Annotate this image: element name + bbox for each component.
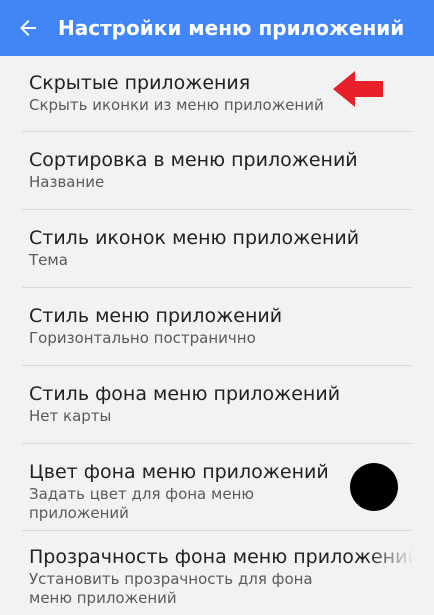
setting-icon-style[interactable]: Стиль иконок меню приложений Тема — [0, 210, 434, 288]
setting-background-style[interactable]: Стиль фона меню приложений Нет карты — [0, 366, 434, 444]
setting-summary: Тема — [29, 251, 68, 269]
setting-title: Сортировка в меню приложений — [29, 149, 358, 171]
setting-background-transparency[interactable]: Прозрачность фона меню приложений Устано… — [0, 531, 434, 615]
touch-indicator-dot — [350, 463, 398, 511]
setting-summary: Горизонтально постранично — [29, 329, 256, 347]
setting-summary: Задать цвет для фона меню приложений — [29, 485, 254, 522]
setting-menu-style[interactable]: Стиль меню приложений Горизонтально пост… — [0, 288, 434, 366]
settings-list: Скрытые приложения Скрыть иконки из меню… — [0, 56, 434, 615]
setting-title: Прозрачность фона меню приложений — [29, 546, 414, 568]
back-button[interactable] — [0, 0, 56, 56]
setting-title: Стиль фона меню приложений — [29, 383, 341, 405]
setting-summary: Установить прозрачность для фона меню пр… — [29, 570, 313, 607]
page-title: Настройки меню приложений — [58, 16, 405, 40]
red-arrow-left-icon — [333, 71, 383, 107]
setting-title: Стиль иконок меню приложений — [29, 227, 360, 249]
app-bar: Настройки меню приложений — [0, 0, 434, 56]
setting-summary: Нет карты — [29, 407, 112, 425]
setting-sort-order[interactable]: Сортировка в меню приложений Название — [0, 132, 434, 210]
setting-summary: Название — [29, 173, 105, 191]
arrow-left-icon — [20, 20, 36, 36]
setting-title: Стиль меню приложений — [29, 305, 283, 327]
